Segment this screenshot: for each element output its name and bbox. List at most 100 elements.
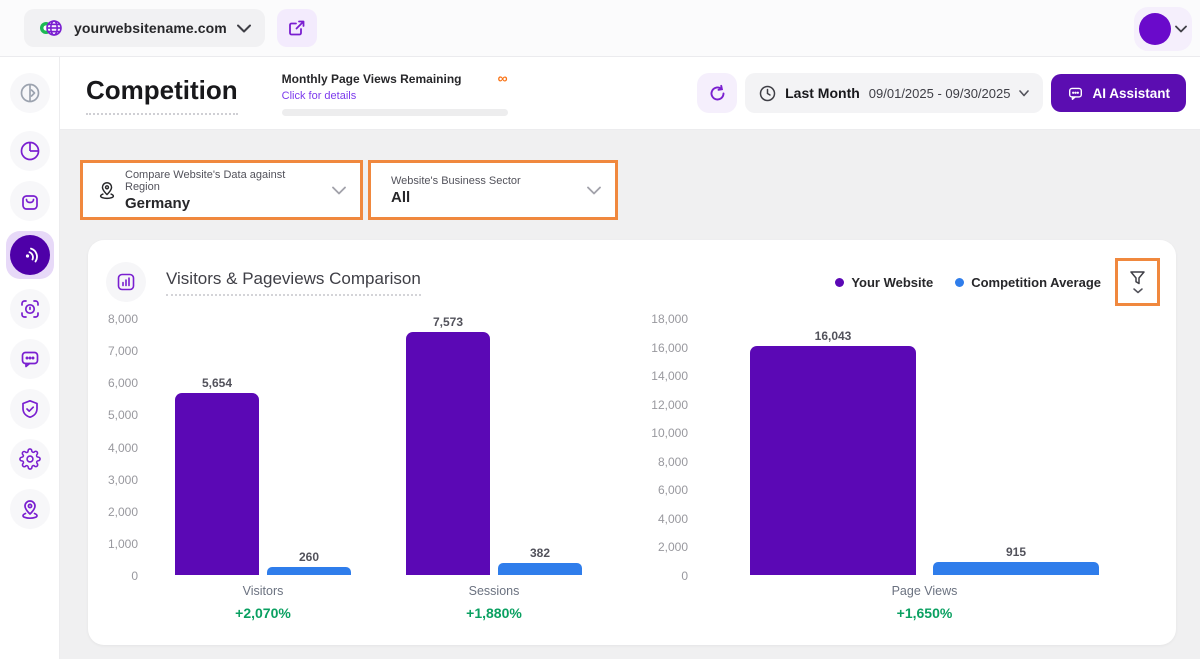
bar-sessions-competition xyxy=(498,563,582,575)
sidebar-collapse-button[interactable] xyxy=(10,73,50,113)
period-label: Last Month xyxy=(785,85,860,101)
gear-icon xyxy=(19,448,41,470)
period-range: 09/01/2025 - 09/30/2025 xyxy=(869,86,1011,101)
chevron-down-icon xyxy=(237,24,251,33)
quota-value: ∞ xyxy=(498,70,508,86)
left-axis-tick: 0 xyxy=(94,569,138,583)
chevron-down-icon xyxy=(587,186,601,195)
website-logo-icon xyxy=(38,16,64,40)
sidebar-item-location[interactable] xyxy=(10,489,50,529)
quota-progress-bar xyxy=(282,109,508,116)
region-filter-dropdown[interactable]: Compare Website's Data against Region Ge… xyxy=(80,160,363,220)
page-title: Competition xyxy=(86,75,238,115)
bar-value-label: 382 xyxy=(498,546,582,560)
sidebar-item-feedback[interactable] xyxy=(10,339,50,379)
external-link-icon xyxy=(288,19,306,37)
scan-target-icon xyxy=(19,298,41,320)
ai-assistant-label: AI Assistant xyxy=(1092,86,1170,101)
pie-chart-icon xyxy=(19,140,41,162)
website-name: yourwebsitename.com xyxy=(74,20,227,36)
open-website-button[interactable] xyxy=(277,9,317,47)
bar-chart-icon xyxy=(106,262,146,302)
sidebar-item-ecommerce[interactable] xyxy=(10,181,50,221)
region-filter-label: Compare Website's Data against Region xyxy=(125,169,322,193)
quota-widget: Monthly Page Views Remaining Click for d… xyxy=(282,70,508,116)
avatar xyxy=(1139,13,1171,45)
bar-value-label: 915 xyxy=(933,545,1099,559)
website-selector[interactable]: yourwebsitename.com xyxy=(24,9,265,47)
chevron-down-icon xyxy=(1019,90,1029,97)
percent-change-label: +1,650% xyxy=(750,605,1099,621)
top-bar: yourwebsitename.com xyxy=(0,0,1200,57)
left-axis-tick: 2,000 xyxy=(94,505,138,519)
sidebar-item-competition[interactable] xyxy=(6,231,54,279)
clock-icon xyxy=(759,85,776,102)
funnel-icon xyxy=(1129,270,1146,286)
chat-icon xyxy=(1067,85,1084,102)
map-pin-icon xyxy=(19,498,41,520)
bar-sessions-your-website xyxy=(406,332,490,575)
shield-check-icon xyxy=(19,398,41,420)
chat-bubble-icon xyxy=(19,348,41,370)
date-range-selector[interactable]: Last Month 09/01/2025 - 09/30/2025 xyxy=(745,73,1043,113)
left-axis-tick: 6,000 xyxy=(94,376,138,390)
chevron-down-icon xyxy=(1133,288,1143,294)
left-axis-tick: 5,000 xyxy=(94,408,138,422)
sidebar-item-tracking[interactable] xyxy=(10,289,50,329)
sidebar-item-security[interactable] xyxy=(10,389,50,429)
percent-change-label: +1,880% xyxy=(406,605,582,621)
left-axis-tick: 7,000 xyxy=(94,344,138,358)
right-axis-tick: 4,000 xyxy=(638,512,688,526)
bar-value-label: 260 xyxy=(267,550,351,564)
page-header: Competition Monthly Page Views Remaining… xyxy=(60,57,1200,130)
chart-legend: Your Website Competition Average xyxy=(835,275,1101,290)
left-axis-tick: 3,000 xyxy=(94,473,138,487)
arrow-right-circle-icon xyxy=(19,82,41,104)
chart-title: Visitors & Pageviews Comparison xyxy=(166,269,421,296)
legend-label: Competition Average xyxy=(971,275,1101,290)
page-body: Compare Website's Data against Region Ge… xyxy=(60,130,1200,659)
right-axis-tick: 8,000 xyxy=(638,455,688,469)
refresh-button[interactable] xyxy=(697,73,737,113)
bar-value-label: 7,573 xyxy=(406,315,490,329)
right-axis-tick: 12,000 xyxy=(638,398,688,412)
category-label: Sessions xyxy=(406,584,582,598)
sidebar-item-settings[interactable] xyxy=(10,439,50,479)
sidebar xyxy=(0,57,60,659)
legend-item[interactable]: Your Website xyxy=(835,275,933,290)
refresh-icon xyxy=(708,84,727,103)
left-axis-tick: 1,000 xyxy=(94,537,138,551)
category-label: Visitors xyxy=(175,584,351,598)
quota-label: Monthly Page Views Remaining xyxy=(282,72,462,86)
map-pin-icon xyxy=(97,179,117,201)
bar-value-label: 16,043 xyxy=(750,329,916,343)
chart-filter-button[interactable] xyxy=(1115,258,1160,306)
bar-visitors-competition xyxy=(267,567,351,575)
sector-filter-dropdown[interactable]: Website's Business Sector All xyxy=(368,160,618,220)
bar-visitors-your-website xyxy=(175,393,259,575)
percent-change-label: +2,070% xyxy=(175,605,351,621)
left-axis-tick: 8,000 xyxy=(94,312,138,326)
right-axis-tick: 0 xyxy=(638,569,688,583)
chevron-down-icon xyxy=(332,186,346,195)
right-axis-tick: 18,000 xyxy=(638,312,688,326)
shopping-bag-icon xyxy=(19,190,41,212)
comparison-chart-card: Visitors & Pageviews Comparison Your Web… xyxy=(88,240,1176,645)
sector-filter-value: All xyxy=(391,189,577,206)
bar-page-views-competition xyxy=(933,562,1099,575)
legend-label: Your Website xyxy=(851,275,933,290)
right-axis-tick: 6,000 xyxy=(638,483,688,497)
right-axis-tick: 10,000 xyxy=(638,426,688,440)
region-filter-value: Germany xyxy=(125,195,322,212)
left-axis-tick: 4,000 xyxy=(94,441,138,455)
bar-value-label: 5,654 xyxy=(175,376,259,390)
chevron-down-icon xyxy=(1175,25,1187,33)
legend-item[interactable]: Competition Average xyxy=(955,275,1101,290)
chart-area: 8,000 7,000 6,000 5,000 4,000 3,000 2,000 1,000… xyxy=(88,318,1176,638)
user-menu[interactable] xyxy=(1134,7,1192,51)
sidebar-item-overview[interactable] xyxy=(10,131,50,171)
sector-filter-label: Website's Business Sector xyxy=(391,175,577,187)
quota-details-link[interactable]: Click for details xyxy=(282,90,462,102)
ai-assistant-button[interactable]: AI Assistant xyxy=(1051,74,1186,112)
category-label: Page Views xyxy=(750,584,1099,598)
